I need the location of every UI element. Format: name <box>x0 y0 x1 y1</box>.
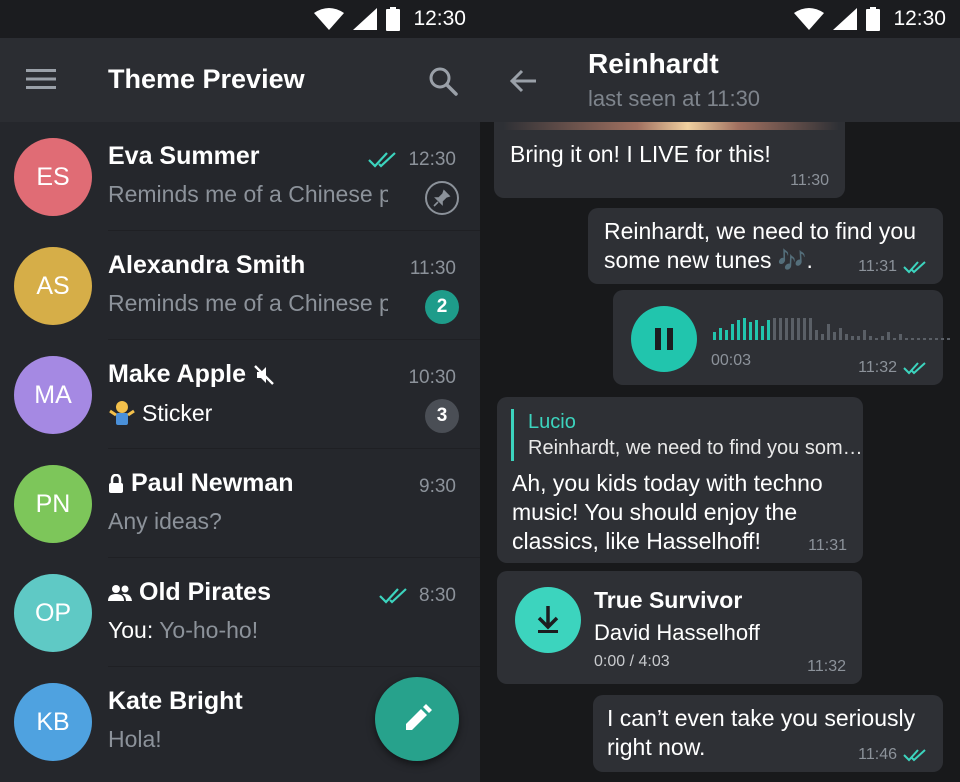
chat-time: 8:30 <box>379 585 456 607</box>
chat-preview: Hola! <box>108 726 162 752</box>
compose-button[interactable] <box>375 677 459 761</box>
avatar: MA <box>14 356 92 434</box>
waveform[interactable] <box>713 314 950 340</box>
chat-name: Old Pirates <box>108 578 271 607</box>
search-icon[interactable] <box>428 66 458 96</box>
message-time: 11:31 <box>808 537 847 554</box>
status-bar: 12:30 <box>480 0 960 38</box>
message-text: Bring it on! I LIVE for this! <box>510 141 771 167</box>
reply-author: Lucio <box>528 411 576 433</box>
message-meta: 11:31 <box>858 258 927 276</box>
message-outgoing[interactable]: Reinhardt, we need to find you some new … <box>588 208 943 284</box>
contact-name[interactable]: Reinhardt <box>588 48 719 80</box>
lock-icon <box>109 473 123 493</box>
voice-message[interactable]: 00:03 11:32 <box>613 290 950 385</box>
sticker-emoji-icon <box>108 399 136 427</box>
message-incoming-reply[interactable]: Lucio Reinhardt, we need to find you som… <box>497 397 863 563</box>
chat-preview: Reminds me of a Chinese prove <box>108 290 388 316</box>
double-check-icon <box>903 362 926 375</box>
download-arrow-icon <box>537 606 559 633</box>
audio-file-message[interactable]: True Survivor David Hasselhoff 0:00 / 4:… <box>497 571 862 684</box>
unread-badge-muted: 3 <box>425 399 459 433</box>
unread-badge: 2 <box>425 290 459 324</box>
status-time: 12:30 <box>893 7 946 30</box>
message-incoming[interactable]: Bring it on! I LIVE for this! 11:30 <box>494 122 845 198</box>
conversation-header: Reinhardt last seen at 11:30 <box>480 38 960 122</box>
track-progress: 0:00 / 4:03 <box>594 653 670 670</box>
chat-preview: Reminds me of a Chinese prove <box>108 181 388 207</box>
message-time: 11:32 <box>807 658 846 675</box>
message-text: Ah, you kids today with techno music! Yo… <box>512 470 823 554</box>
conversation-pane: 12:30 Reinhardt last seen at 11:30 Bring… <box>480 0 960 782</box>
battery-icon <box>866 7 881 31</box>
chat-preview: Any ideas? <box>108 508 222 534</box>
message-outgoing[interactable]: I can’t even take you seriously right no… <box>593 695 943 772</box>
muted-icon <box>254 364 274 385</box>
chat-row-eva-summer[interactable]: ES Eva Summer 12:30 Reminds me of a Chin… <box>0 122 480 231</box>
chat-name: Alexandra Smith <box>108 251 306 279</box>
chat-list-toolbar: Theme Preview <box>0 38 480 122</box>
track-title: True Survivor <box>594 587 743 613</box>
pencil-icon <box>406 704 432 730</box>
message-meta: 11:32 <box>858 359 927 377</box>
pause-button[interactable] <box>631 306 697 372</box>
track-artist: David Hasselhoff <box>594 620 760 645</box>
status-time: 12:30 <box>413 7 466 30</box>
double-check-icon <box>368 152 397 168</box>
avatar: AS <box>14 247 92 325</box>
chat-name: Kate Bright <box>108 687 243 715</box>
status-bar: 12:30 <box>0 0 480 38</box>
wifi-icon <box>314 8 345 30</box>
message-time: 11:30 <box>790 172 829 189</box>
double-check-icon <box>903 749 926 762</box>
chat-preview: You: Yo-ho-ho! <box>108 617 259 643</box>
chat-time: 10:30 <box>408 367 456 388</box>
signal-icon <box>353 8 378 30</box>
chat-row-paul-newman[interactable]: PN Paul Newman 9:30 Any ideas? <box>0 449 480 558</box>
app-title: Theme Preview <box>108 64 305 94</box>
chat-name: Eva Summer <box>108 142 260 170</box>
voice-duration: 00:03 <box>711 352 752 369</box>
chat-preview: Sticker <box>108 399 388 427</box>
chat-name: Paul Newman <box>108 469 294 498</box>
image-preview <box>503 122 839 130</box>
chat-row-alexandra-smith[interactable]: AS Alexandra Smith 11:30 Reminds me of a… <box>0 231 480 340</box>
back-arrow-icon[interactable] <box>508 66 538 96</box>
chat-time: 9:30 <box>419 476 456 497</box>
chat-row-old-pirates[interactable]: OP Old Pirates 8:30 You: Yo-ho-ho! <box>0 558 480 667</box>
pin-icon <box>425 181 459 215</box>
reply-text: Reinhardt, we need to find you som… <box>528 437 863 459</box>
chat-list-pane: 12:30 Theme Preview ES Eva Summer 12:30 … <box>0 0 480 782</box>
contact-status: last seen at 11:30 <box>588 86 761 111</box>
avatar: ES <box>14 138 92 216</box>
reply-quote[interactable]: Lucio Reinhardt, we need to find you som… <box>511 409 863 461</box>
group-icon <box>108 584 132 601</box>
avatar: OP <box>14 574 92 652</box>
chat-row-make-apple[interactable]: MA Make Apple 10:30 Sticker 3 <box>0 340 480 449</box>
wifi-icon <box>794 8 825 30</box>
double-check-icon <box>903 261 926 274</box>
battery-icon <box>386 7 401 31</box>
avatar: PN <box>14 465 92 543</box>
pause-icon <box>655 328 673 350</box>
menu-icon[interactable] <box>26 66 56 92</box>
chat-time: 11:30 <box>409 258 456 279</box>
avatar: KB <box>14 683 92 761</box>
double-check-icon <box>379 588 407 604</box>
chat-name: Make Apple <box>108 360 275 389</box>
message-meta: 11:46 <box>858 746 927 764</box>
chat-time: 12:30 <box>368 149 456 171</box>
signal-icon <box>833 8 858 30</box>
download-button[interactable] <box>515 587 581 653</box>
